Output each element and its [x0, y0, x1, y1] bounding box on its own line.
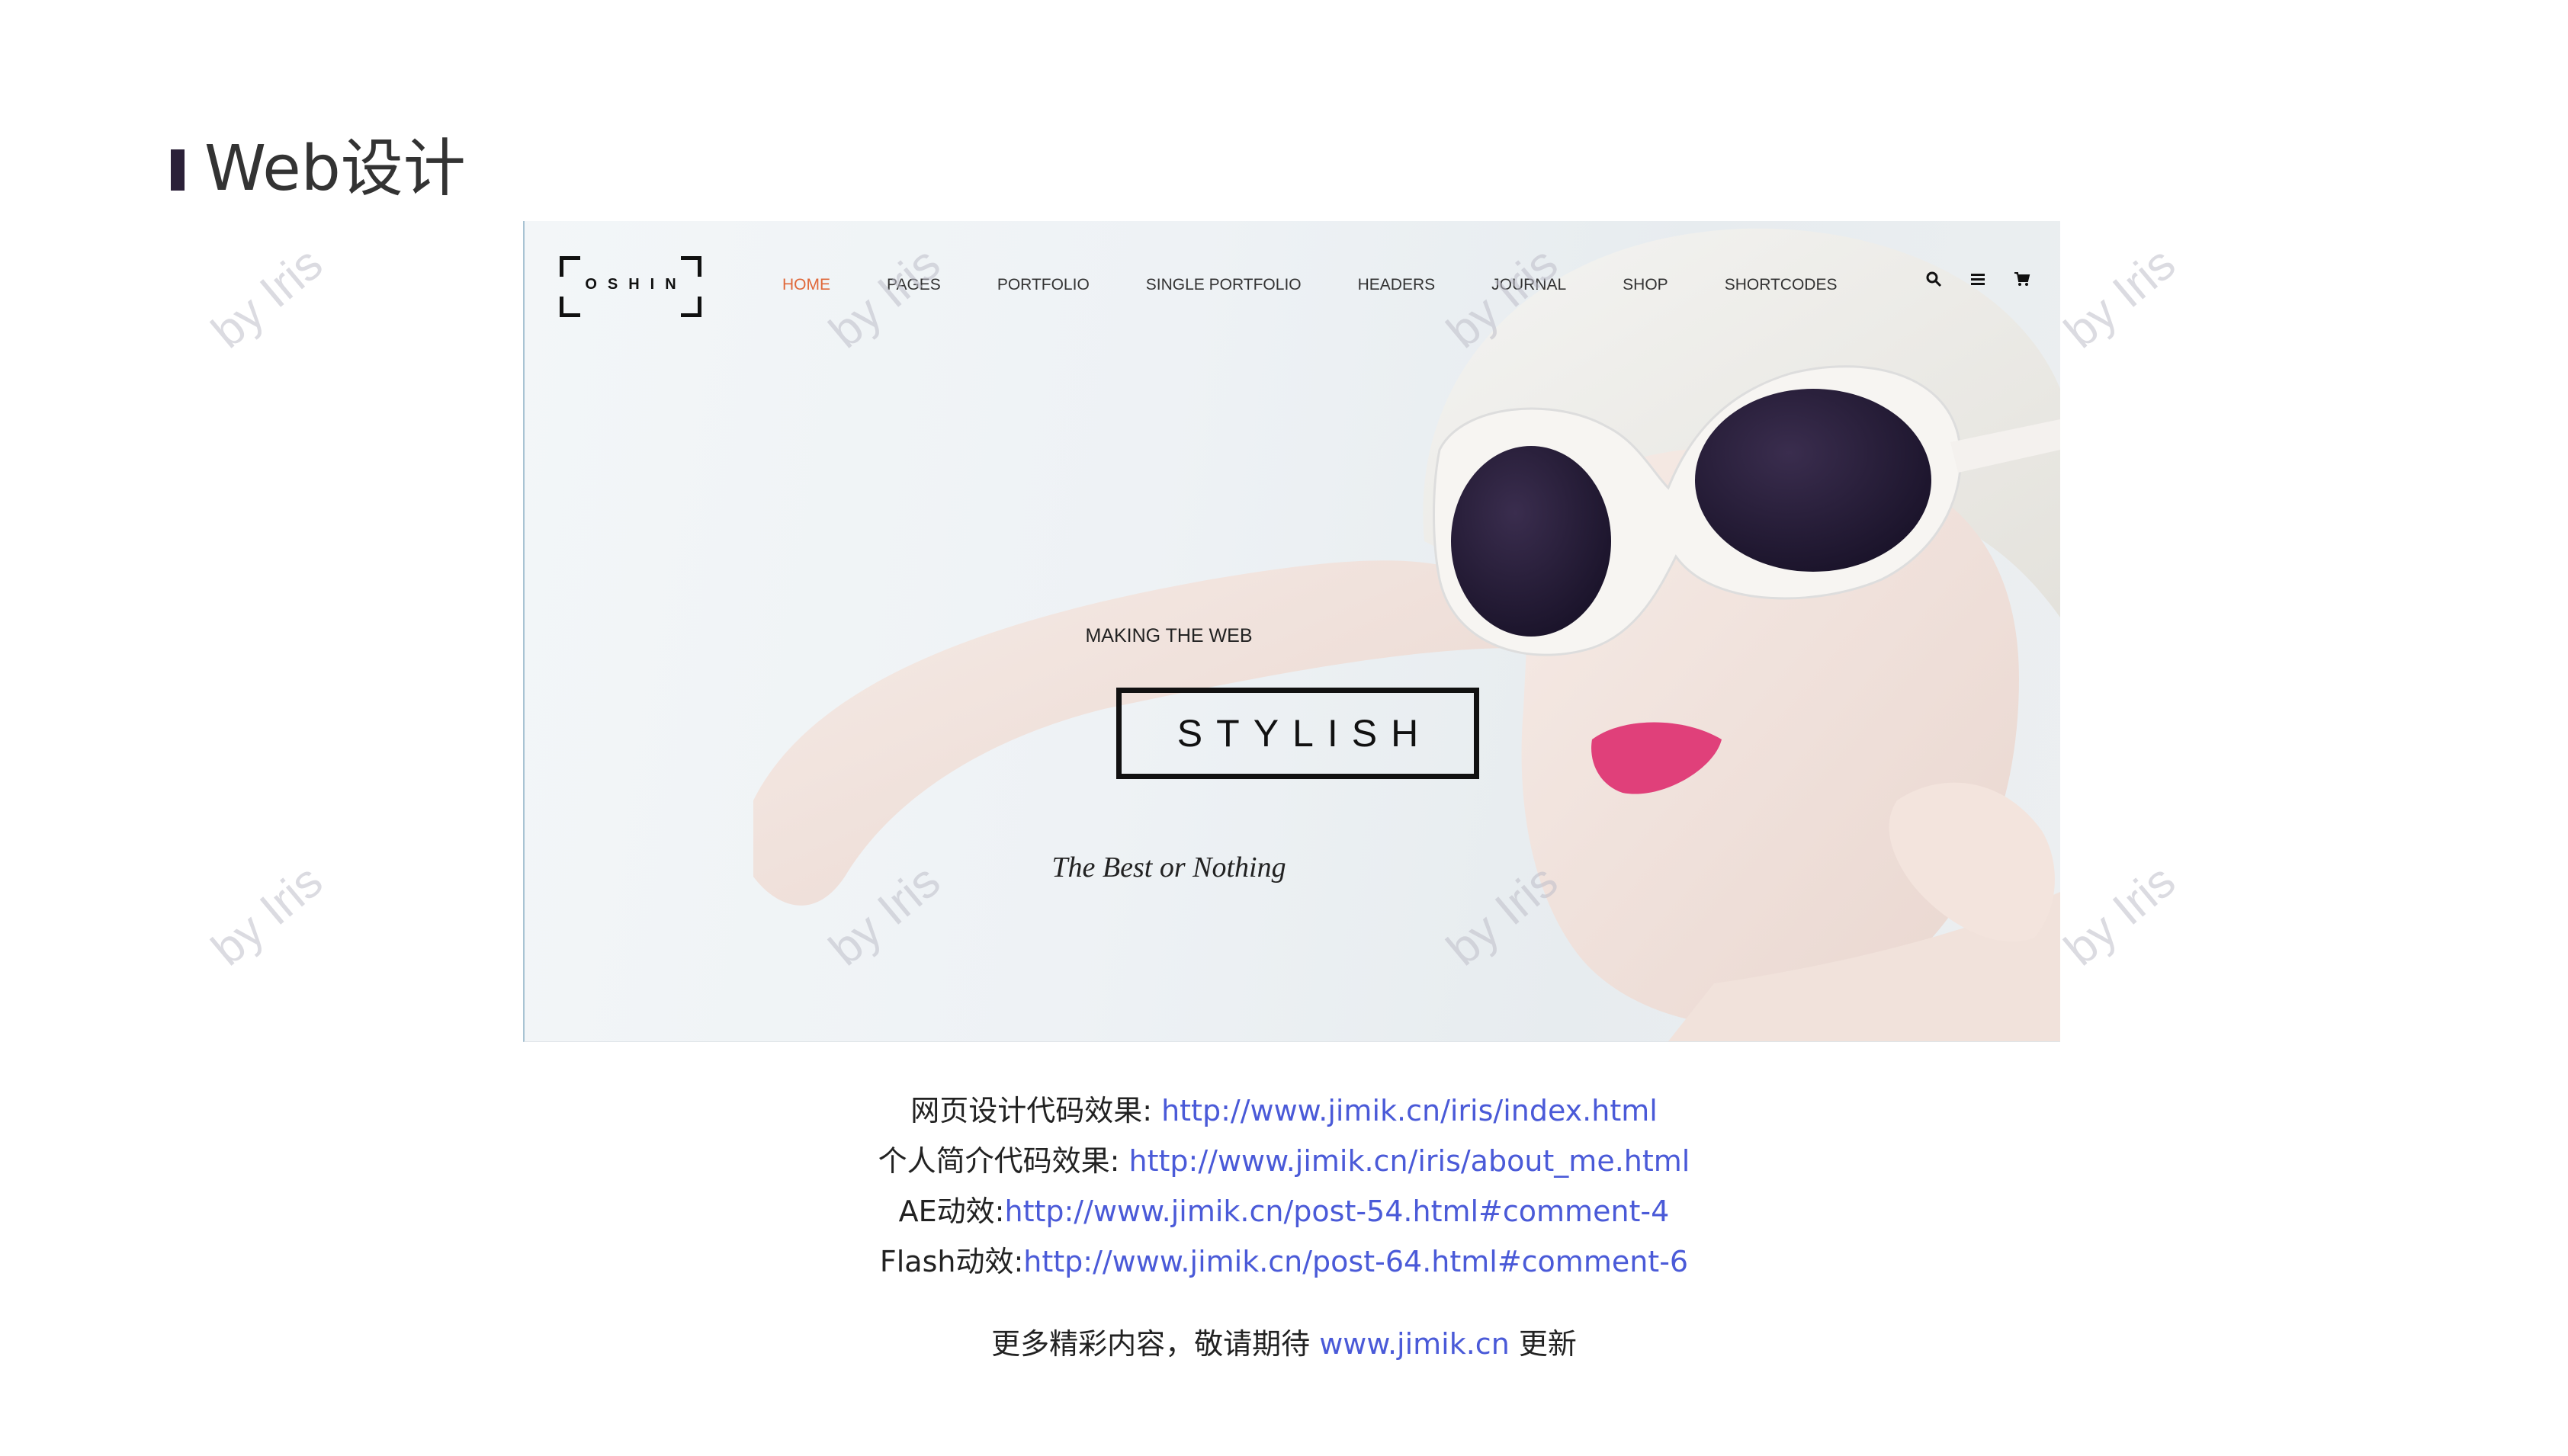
site-logo[interactable]: OSHIN	[560, 256, 701, 317]
hero-title-box: STYLISH	[1116, 688, 1479, 779]
nav-portfolio[interactable]: PORTFOLIO	[997, 276, 1090, 294]
nav-headers[interactable]: HEADERS	[1358, 276, 1436, 294]
cart-icon[interactable]	[2013, 270, 2031, 288]
watermark: by Iris	[2055, 855, 2186, 977]
link-url[interactable]: http://www.jimik.cn/iris/index.html	[1161, 1094, 1658, 1127]
logo-text: OSHIN	[585, 276, 687, 293]
nav-home[interactable]: HOME	[782, 276, 830, 294]
link-row: AE动效:http://www.jimik.cn/post-54.html#co…	[0, 1186, 2568, 1236]
nav-journal[interactable]: JOURNAL	[1491, 276, 1566, 294]
nav-icons	[1924, 270, 2031, 288]
link-list: 网页设计代码效果: http://www.jimik.cn/iris/index…	[0, 1086, 2568, 1287]
watermark: by Iris	[202, 855, 333, 977]
link-row: Flash动效:http://www.jimik.cn/post-64.html…	[0, 1236, 2568, 1287]
slide-title: Web设计	[204, 133, 466, 205]
right-lens	[1695, 389, 1931, 572]
link-label: 个人简介代码效果:	[878, 1144, 1129, 1178]
search-icon[interactable]	[1924, 270, 1943, 288]
nav-single-portfolio[interactable]: SINGLE PORTFOLIO	[1146, 276, 1302, 294]
menu-icon[interactable]	[1969, 270, 1987, 288]
footer-suffix: 更新	[1509, 1327, 1577, 1361]
nav-pages[interactable]: PAGES	[887, 276, 941, 294]
link-label: AE动效:	[898, 1195, 1005, 1228]
link-row: 网页设计代码效果: http://www.jimik.cn/iris/index…	[0, 1086, 2568, 1136]
link-label: Flash动效:	[879, 1245, 1024, 1278]
hero-tagline: The Best or Nothing	[1051, 851, 1286, 884]
main-nav: HOME PAGES PORTFOLIO SINGLE PORTFOLIO HE…	[782, 276, 1894, 294]
footer-prefix: 更多精彩内容，敬请期待	[991, 1327, 1320, 1361]
footer-note: 更多精彩内容，敬请期待 www.jimik.cn 更新	[0, 1319, 2568, 1369]
slide: Web设计 OSHIN HOME PAGES PORTFOLIO SINGLE …	[0, 0, 2568, 1456]
logo-corner	[560, 297, 580, 317]
title-accent-bar	[171, 149, 185, 191]
link-label: 网页设计代码效果:	[910, 1094, 1162, 1127]
logo-corner	[560, 256, 580, 277]
website-screenshot: OSHIN HOME PAGES PORTFOLIO SINGLE PORTFO…	[523, 221, 2060, 1042]
link-url[interactable]: http://www.jimik.cn/post-54.html#comment…	[1004, 1195, 1669, 1228]
hero-pretitle: MAKING THE WEB	[1085, 625, 1253, 646]
watermark: by Iris	[2055, 237, 2186, 359]
left-lens	[1451, 446, 1611, 637]
nav-shop[interactable]: SHOP	[1623, 276, 1668, 294]
watermark: by Iris	[202, 237, 333, 359]
logo-corner	[681, 297, 701, 317]
link-url[interactable]: http://www.jimik.cn/post-64.html#comment…	[1023, 1245, 1688, 1278]
footer-link[interactable]: www.jimik.cn	[1319, 1327, 1510, 1361]
link-row: 个人简介代码效果: http://www.jimik.cn/iris/about…	[0, 1136, 2568, 1186]
nav-shortcodes[interactable]: SHORTCODES	[1725, 276, 1838, 294]
link-url[interactable]: http://www.jimik.cn/iris/about_me.html	[1129, 1144, 1690, 1178]
logo-corner	[681, 256, 701, 277]
